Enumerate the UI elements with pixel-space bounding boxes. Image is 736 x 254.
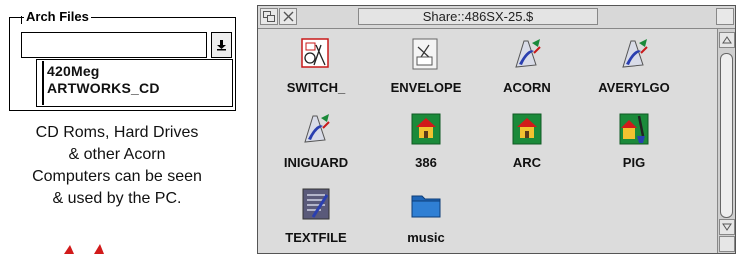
file-name: ENVELOPE bbox=[390, 80, 462, 95]
paint-icon bbox=[619, 113, 649, 145]
file-item[interactable]: INIGUARD bbox=[261, 112, 371, 170]
file-name: ACORN bbox=[503, 80, 551, 95]
caption: CD Roms, Hard Drives & other Acorn Compu… bbox=[0, 122, 242, 210]
list-marker bbox=[42, 61, 44, 105]
list-item[interactable]: 420Meg bbox=[47, 63, 232, 80]
arch-files-dialog: Arch Files 420Meg ARTWORKS_CD bbox=[9, 10, 236, 111]
window-title: Share::486SX-25.$ bbox=[358, 8, 598, 25]
title-tick bbox=[21, 16, 22, 24]
file-name: AVERYLGO bbox=[598, 80, 670, 95]
textfile-icon bbox=[302, 188, 330, 220]
close-button[interactable] bbox=[279, 8, 297, 25]
drive-list: 420Meg ARTWORKS_CD bbox=[36, 59, 233, 107]
application-icon bbox=[301, 38, 329, 68]
file-item[interactable]: music bbox=[371, 187, 481, 245]
file-pane: SWITCH_ ENVELOPE ACORN AVERYLGO INIGUARD… bbox=[258, 29, 716, 253]
drawfile-icon bbox=[515, 39, 541, 68]
file-item[interactable]: PIG bbox=[579, 112, 689, 170]
back-icon bbox=[263, 11, 275, 22]
caption-line: & other Acorn bbox=[68, 146, 166, 163]
scroll-thumb[interactable] bbox=[720, 53, 733, 218]
file-name: TEXTFILE bbox=[285, 230, 347, 245]
file-name: music bbox=[407, 230, 445, 245]
vertical-scrollbar[interactable] bbox=[717, 29, 735, 253]
scroll-down-button[interactable] bbox=[719, 219, 735, 235]
arch-files-input[interactable] bbox=[21, 32, 207, 58]
file-name: INIGUARD bbox=[283, 155, 349, 170]
file-item[interactable]: SWITCH_ bbox=[261, 37, 371, 95]
list-item[interactable]: ARTWORKS_CD bbox=[47, 80, 232, 97]
folder-icon bbox=[411, 195, 441, 218]
house-icon bbox=[512, 113, 542, 145]
file-item[interactable]: ARC bbox=[472, 112, 582, 170]
file-item[interactable]: AVERYLGO bbox=[579, 37, 689, 95]
caption-line: & used by the PC. bbox=[52, 190, 182, 207]
up-arrow-icon bbox=[722, 36, 732, 44]
decorative-red-marks bbox=[64, 244, 104, 254]
drawfile-icon bbox=[622, 39, 648, 68]
close-icon bbox=[283, 11, 293, 22]
file-name: ARC bbox=[512, 155, 542, 170]
file-item[interactable]: TEXTFILE bbox=[261, 187, 371, 245]
menu-button[interactable] bbox=[211, 32, 232, 58]
file-item[interactable]: ACORN bbox=[472, 37, 582, 95]
file-name: SWITCH_ bbox=[286, 80, 346, 95]
file-item[interactable]: 386 bbox=[371, 112, 481, 170]
arch-files-title: Arch Files bbox=[24, 9, 91, 24]
caption-line: CD Roms, Hard Drives bbox=[35, 124, 199, 141]
title-bar[interactable]: Share::486SX-25.$ bbox=[258, 6, 735, 29]
envelope-icon bbox=[412, 38, 438, 70]
back-button[interactable] bbox=[260, 8, 278, 25]
caption-line: Computers can be seen bbox=[32, 168, 202, 185]
house-icon bbox=[411, 113, 441, 145]
scroll-up-button[interactable] bbox=[719, 32, 735, 48]
file-name: PIG bbox=[622, 155, 646, 170]
toggle-size-button[interactable] bbox=[716, 8, 734, 25]
filer-window: Share::486SX-25.$ SWITCH_ ENVELOPE ACORN… bbox=[257, 5, 736, 254]
file-item[interactable]: ENVELOPE bbox=[371, 37, 481, 95]
drawfile-icon bbox=[304, 114, 330, 143]
menu-arrow-icon bbox=[217, 40, 226, 51]
resize-button[interactable] bbox=[719, 236, 735, 252]
file-name: 386 bbox=[415, 155, 437, 170]
down-arrow-icon bbox=[722, 223, 732, 231]
